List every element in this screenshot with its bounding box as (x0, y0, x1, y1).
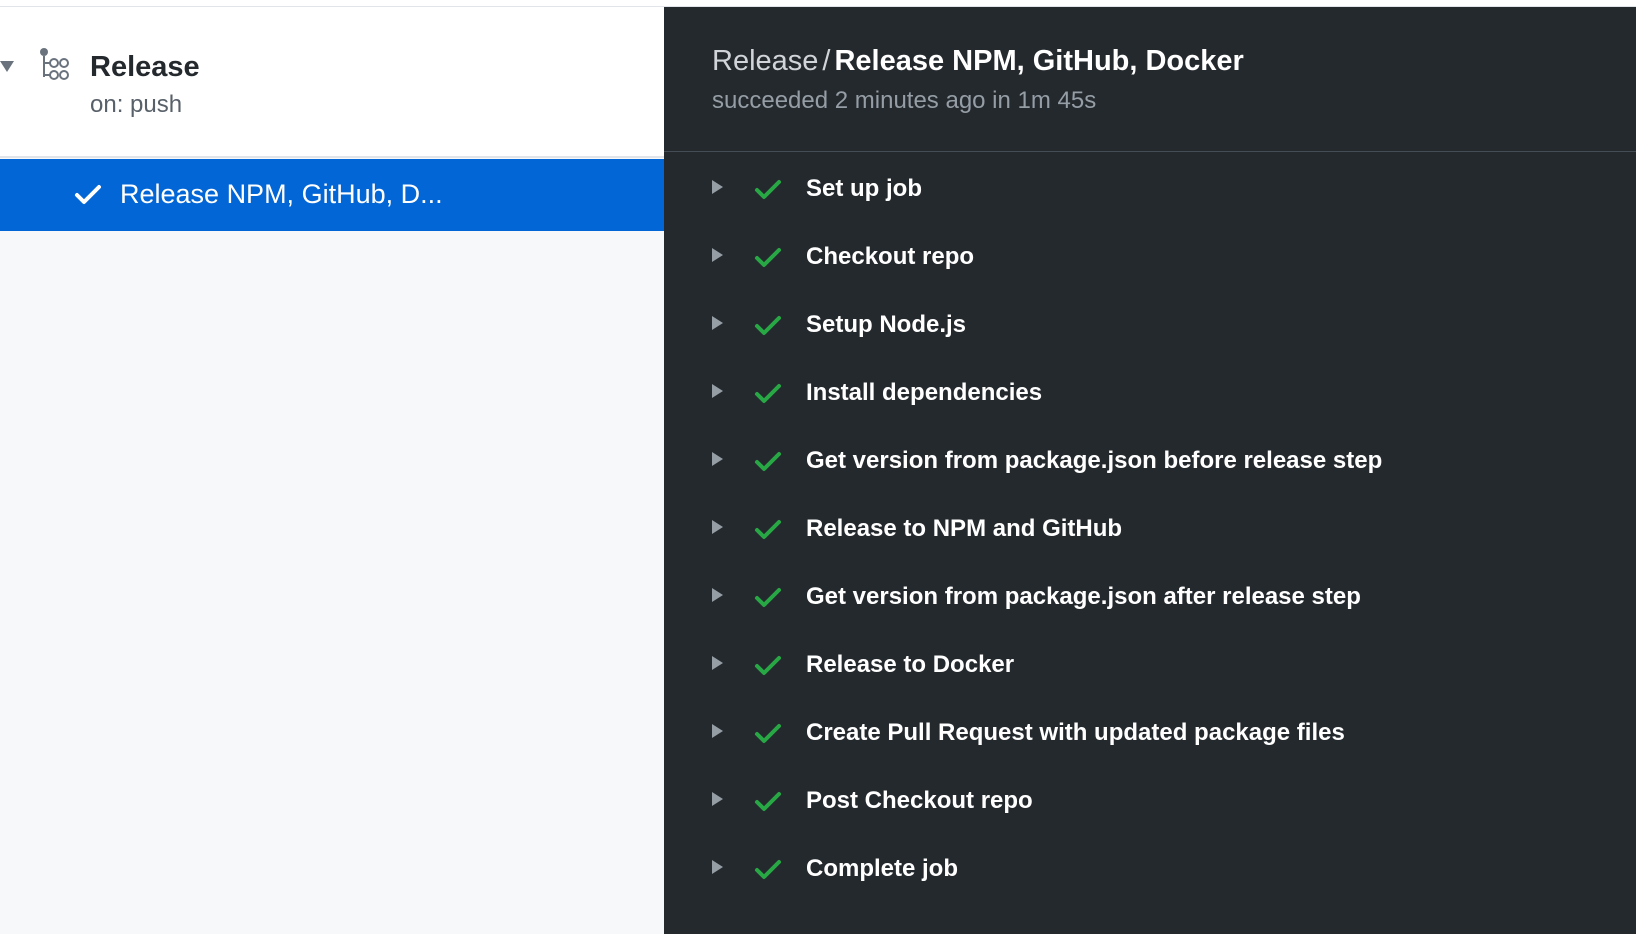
step-row[interactable]: Get version from package.json before rel… (664, 430, 1636, 498)
step-row[interactable]: Setup Node.js (664, 294, 1636, 362)
workflow-trigger: on: push (90, 91, 183, 118)
step-label: Get version from package.json before rel… (806, 447, 1383, 474)
expand-caret-icon[interactable] (712, 656, 723, 670)
workflow-icon (38, 47, 74, 83)
step-list: Set up job Checkout repo Setup Node.js I… (664, 158, 1636, 906)
success-check-icon (754, 790, 782, 814)
success-check-icon (754, 382, 782, 406)
step-row[interactable]: Create Pull Request with updated package… (664, 702, 1636, 770)
expand-caret-icon[interactable] (712, 792, 723, 806)
step-row[interactable]: Release to Docker (664, 634, 1636, 702)
success-check-icon (754, 858, 782, 882)
success-check-icon (754, 178, 782, 202)
top-border (0, 0, 1636, 7)
run-status-text: succeeded 2 minutes ago in 1m 45s (712, 87, 1097, 114)
collapse-caret-icon[interactable] (0, 61, 14, 72)
success-check-icon (754, 314, 782, 338)
success-check-icon (754, 518, 782, 542)
success-check-icon (754, 246, 782, 270)
job-log-panel: Release / Release NPM, GitHub, Docker succ… (664, 7, 1636, 934)
workflow-name[interactable]: Release (90, 51, 200, 84)
step-row[interactable]: Set up job (664, 158, 1636, 226)
expand-caret-icon[interactable] (712, 248, 723, 262)
expand-caret-icon[interactable] (712, 452, 723, 466)
expand-caret-icon[interactable] (712, 384, 723, 398)
success-check-icon (754, 722, 782, 746)
expand-caret-icon[interactable] (712, 180, 723, 194)
expand-caret-icon[interactable] (712, 588, 723, 602)
step-label: Install dependencies (806, 379, 1043, 406)
workflow-header: Release on: push (0, 7, 664, 158)
step-label: Post Checkout repo (806, 787, 1033, 814)
job-header: Release / Release NPM, GitHub, Docker succ… (664, 7, 1636, 152)
expand-caret-icon[interactable] (712, 860, 723, 874)
step-row[interactable]: Post Checkout repo (664, 770, 1636, 838)
success-check-icon (754, 654, 782, 678)
sidebar-job-release[interactable]: Release NPM, GitHub, D... (0, 159, 664, 231)
step-label: Checkout repo (806, 243, 975, 270)
success-check-icon (754, 450, 782, 474)
check-icon (74, 183, 102, 207)
step-row[interactable]: Install dependencies (664, 362, 1636, 430)
step-label: Complete job (806, 855, 959, 882)
step-label: Setup Node.js (806, 311, 967, 338)
breadcrumb: Release / Release NPM, GitHub, Docker (712, 45, 1244, 78)
job-title: Release NPM, GitHub, Docker (834, 45, 1244, 77)
step-label: Set up job (806, 175, 922, 202)
expand-caret-icon[interactable] (712, 316, 723, 330)
step-row[interactable]: Get version from package.json after rele… (664, 566, 1636, 634)
step-label: Release to Docker (806, 651, 1015, 678)
step-row[interactable]: Checkout repo (664, 226, 1636, 294)
expand-caret-icon[interactable] (712, 520, 723, 534)
step-label: Get version from package.json after rele… (806, 583, 1361, 610)
sidebar-job-label: Release NPM, GitHub, D... (120, 179, 443, 209)
workflow-sidebar: Release on: push Release NPM, GitHub, D.… (0, 7, 664, 934)
breadcrumb-separator: / (822, 45, 831, 77)
step-label: Release to NPM and GitHub (806, 515, 1123, 542)
expand-caret-icon[interactable] (712, 724, 723, 738)
success-check-icon (754, 586, 782, 610)
breadcrumb-workflow-link[interactable]: Release (712, 45, 818, 77)
step-label: Create Pull Request with updated package… (806, 719, 1345, 746)
step-row[interactable]: Complete job (664, 838, 1636, 906)
step-row[interactable]: Release to NPM and GitHub (664, 498, 1636, 566)
